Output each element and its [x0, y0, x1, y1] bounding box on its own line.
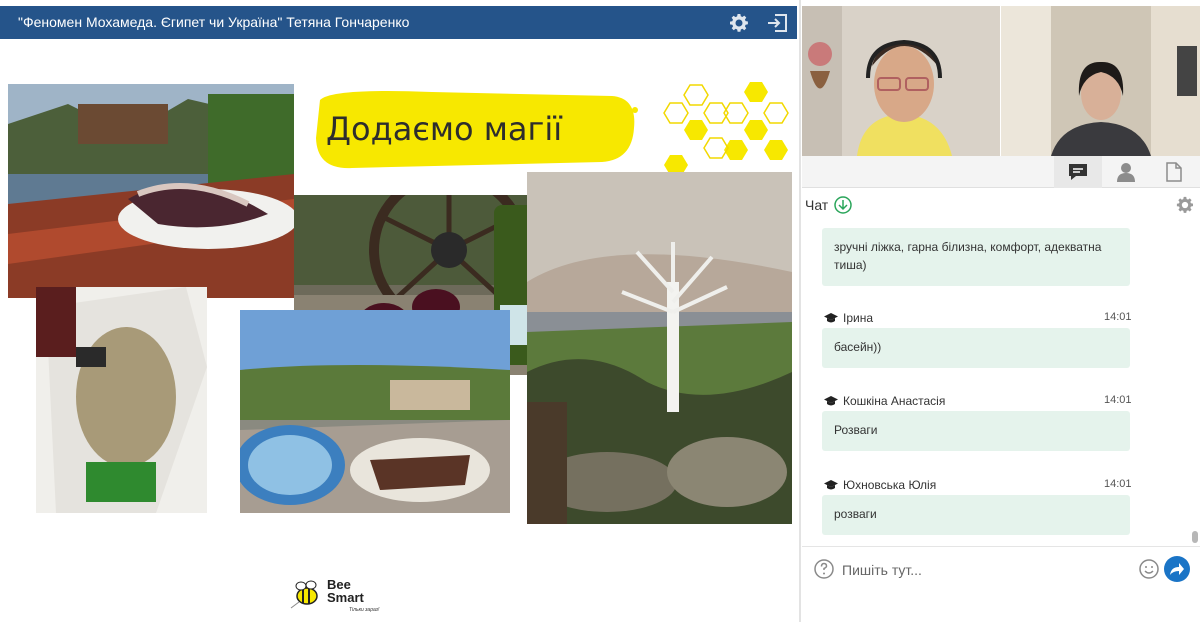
- chat-message-text: зручні ліжка, гарна білизна, комфорт, ад…: [834, 240, 1102, 254]
- photo-pie: [8, 84, 294, 298]
- help-button[interactable]: [814, 559, 834, 584]
- bee-icon: [290, 580, 318, 609]
- video-feed-participant-image: [1001, 6, 1200, 156]
- emoji-button[interactable]: [1139, 559, 1159, 584]
- tab-users[interactable]: [1102, 156, 1150, 188]
- gear-icon: [730, 13, 748, 32]
- video-feed-presenter: [802, 6, 1000, 156]
- chat-input-area: [802, 546, 1200, 592]
- chat-message-text: тиша): [834, 258, 867, 272]
- chat-message-input[interactable]: [842, 557, 1132, 583]
- chat-scroll-thumb[interactable]: [1192, 531, 1198, 543]
- chat-message-author: Ірина: [824, 311, 873, 325]
- chat-message-bubble: Розваги: [822, 411, 1130, 451]
- gear-icon: [1176, 196, 1194, 213]
- user-icon: [1117, 163, 1135, 182]
- chat-scrollbar[interactable]: [1191, 220, 1199, 543]
- send-button[interactable]: [1164, 556, 1190, 582]
- photo-box: [36, 287, 207, 513]
- photo-pie-image: [8, 84, 294, 298]
- graduation-cap-icon: [824, 479, 838, 489]
- chat-message-time: 14:01: [1104, 311, 1132, 323]
- presentation-titlebar: "Феномен Мохамеда. Єгипет чи Україна" Те…: [0, 6, 797, 39]
- slide-canvas: Додаємо магії Bee Smart Тільки зараз!: [0, 40, 797, 622]
- chat-message-time: 14:01: [1104, 394, 1132, 406]
- side-tabs: [802, 156, 1200, 188]
- chat-message-author: Кошкіна Анастасія: [824, 394, 945, 408]
- logo-text: Bee Smart: [327, 578, 364, 604]
- smiley-icon: [1139, 559, 1159, 579]
- chat-message-time: 14:01: [1104, 478, 1132, 490]
- pane-divider: [799, 0, 801, 622]
- chat-message-bubble: розваги: [822, 495, 1130, 535]
- send-arrow-icon: [1170, 563, 1184, 575]
- chat-message-bubble: зручні ліжка, гарна білизна, комфорт, ад…: [822, 228, 1130, 286]
- chat-header: Чат: [805, 196, 852, 214]
- video-feed-participant: [1001, 6, 1200, 156]
- chat-author-name: Юхновська Юлія: [843, 478, 937, 492]
- settings-button[interactable]: [722, 6, 756, 39]
- presentation-title: "Феномен Мохамеда. Єгипет чи Україна" Те…: [18, 14, 410, 30]
- exit-button[interactable]: [760, 6, 794, 39]
- chat-message-bubble: басейн)): [822, 328, 1130, 368]
- tab-documents[interactable]: [1150, 156, 1198, 188]
- photo-box-image: [36, 287, 207, 513]
- chat-message-text: Розваги: [834, 423, 878, 437]
- chat-author-name: Кошкіна Анастасія: [843, 394, 946, 408]
- logo-line2: Smart: [327, 590, 364, 605]
- tab-chat[interactable]: [1054, 156, 1102, 188]
- exit-icon: [768, 13, 787, 32]
- chat-messages: зручні ліжка, гарна білизна, комфорт, ад…: [802, 220, 1190, 542]
- presentation-pane: "Феномен Мохамеда. Єгипет чи Україна" Те…: [0, 0, 800, 622]
- help-icon: [814, 559, 834, 579]
- chat-settings-button[interactable]: [1176, 196, 1194, 219]
- photo-tree: [527, 172, 792, 524]
- photo-pool: [240, 310, 510, 513]
- chat-icon: [1069, 164, 1087, 180]
- graduation-cap-icon: [824, 395, 838, 405]
- video-feed-presenter-image: [802, 6, 1000, 156]
- chat-message-text: басейн)): [834, 340, 882, 354]
- chat-label: Чат: [805, 197, 829, 213]
- chat-message-text: розваги: [834, 507, 877, 521]
- beesmart-logo: Bee Smart Тільки зараз!: [287, 574, 397, 618]
- photo-pool-image: [240, 310, 510, 513]
- chat-author-name: Ірина: [843, 311, 874, 325]
- logo-tagline: Тільки зараз!: [349, 607, 380, 613]
- document-icon: [1166, 162, 1182, 182]
- graduation-cap-icon: [824, 312, 838, 322]
- conference-app: "Феномен Мохамеда. Єгипет чи Україна" Те…: [0, 0, 1200, 622]
- scroll-down-icon[interactable]: [834, 196, 852, 214]
- photo-tree-image: [527, 172, 792, 524]
- slide-heading: Додаємо магії: [326, 110, 563, 148]
- chat-message-author: Юхновська Юлія: [824, 478, 936, 492]
